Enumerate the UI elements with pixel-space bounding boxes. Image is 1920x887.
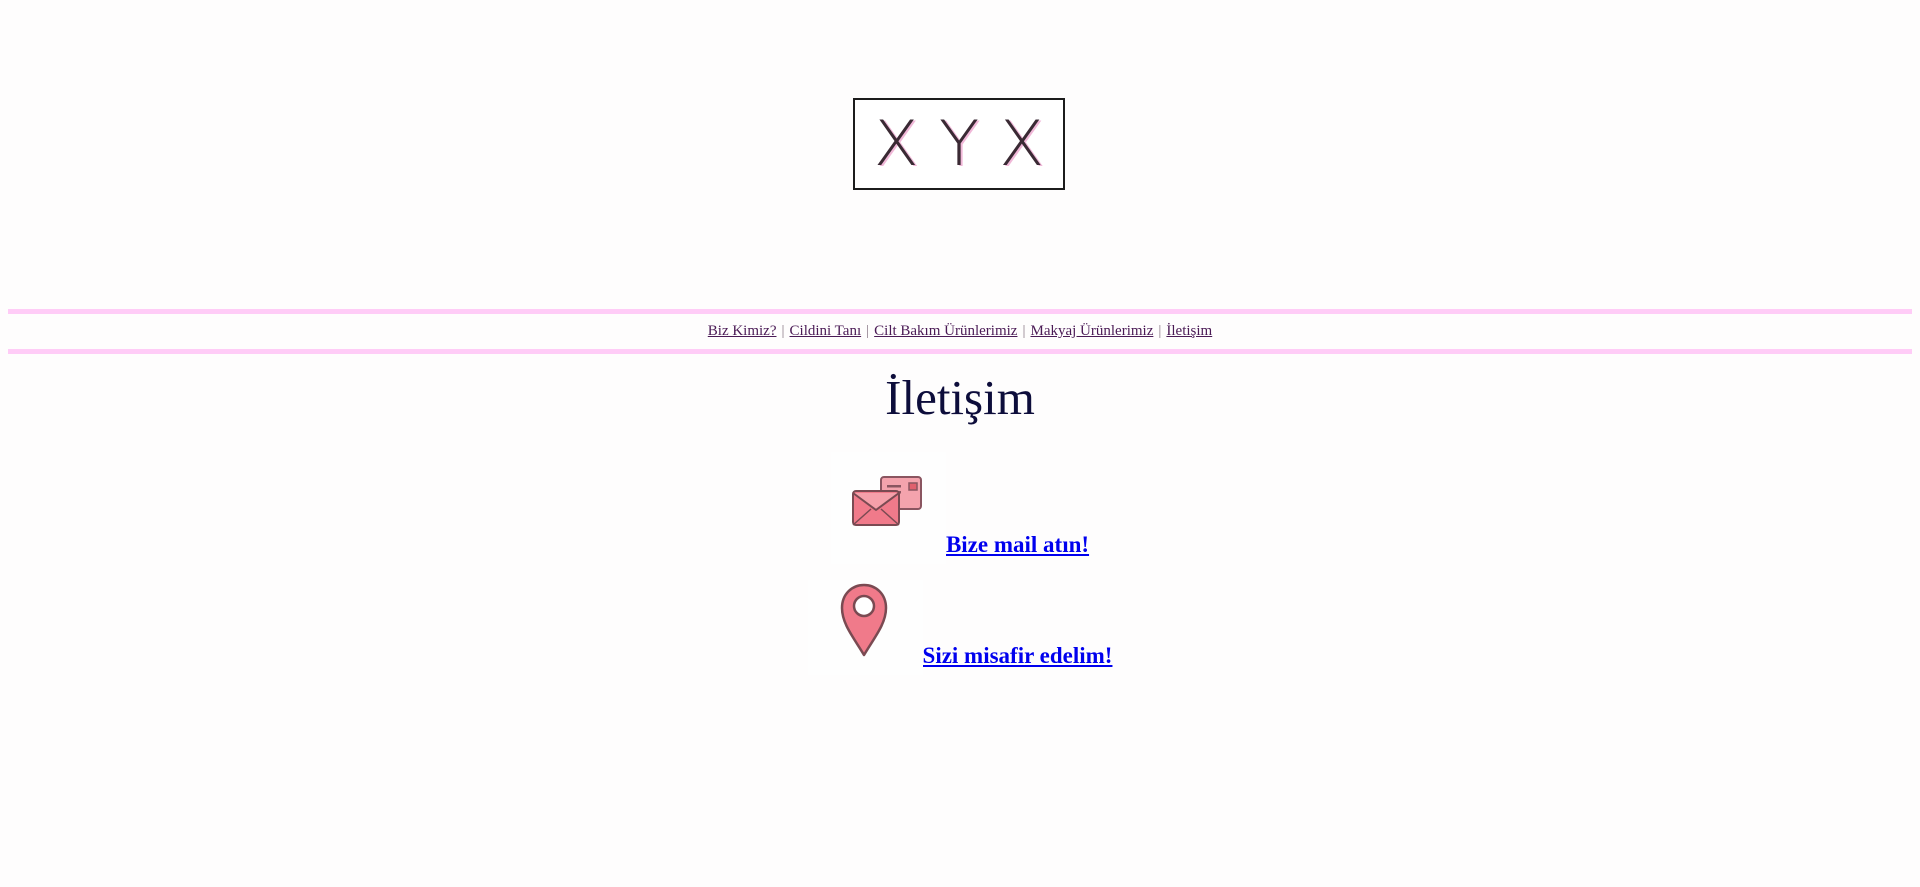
mail-envelope-icon[interactable] — [830, 452, 946, 564]
nav-separator: | — [1158, 323, 1162, 339]
nav-separator: | — [781, 323, 785, 339]
nav-link-makyaj[interactable]: Makyaj Ürünlerimiz — [1030, 323, 1153, 340]
nav-link-iletisim[interactable]: İletişim — [1166, 323, 1212, 340]
location-link[interactable]: Sizi misafir edelim! — [923, 644, 1113, 667]
nav-link-cilt-bakim[interactable]: Cilt Bakım Ürünlerimiz — [874, 323, 1017, 340]
contact-mail-row: Bize mail atın! — [0, 452, 1920, 564]
page-title: İletişim — [885, 370, 1035, 425]
nav-separator: | — [1022, 323, 1026, 339]
mail-link[interactable]: Bize mail atın! — [946, 533, 1089, 556]
contact-location-row: Sizi misafir edelim! — [0, 580, 1920, 675]
map-pin-icon[interactable] — [807, 580, 923, 675]
site-logo[interactable]: XYX — [853, 98, 1065, 190]
page: XYX Biz Kimiz? | Cildini Tanı | Cilt Bak… — [0, 0, 1920, 887]
nav-bottom-border — [8, 349, 1912, 354]
main-navigation: Biz Kimiz? | Cildini Tanı | Cilt Bakım Ü… — [8, 314, 1912, 349]
logo-text: XYX — [873, 106, 1065, 181]
nav-link-biz-kimiz[interactable]: Biz Kimiz? — [708, 323, 777, 340]
nav-separator: | — [866, 323, 870, 339]
header: XYX — [0, 0, 1920, 300]
nav-link-cildini-tani[interactable]: Cildini Tanı — [790, 323, 862, 340]
